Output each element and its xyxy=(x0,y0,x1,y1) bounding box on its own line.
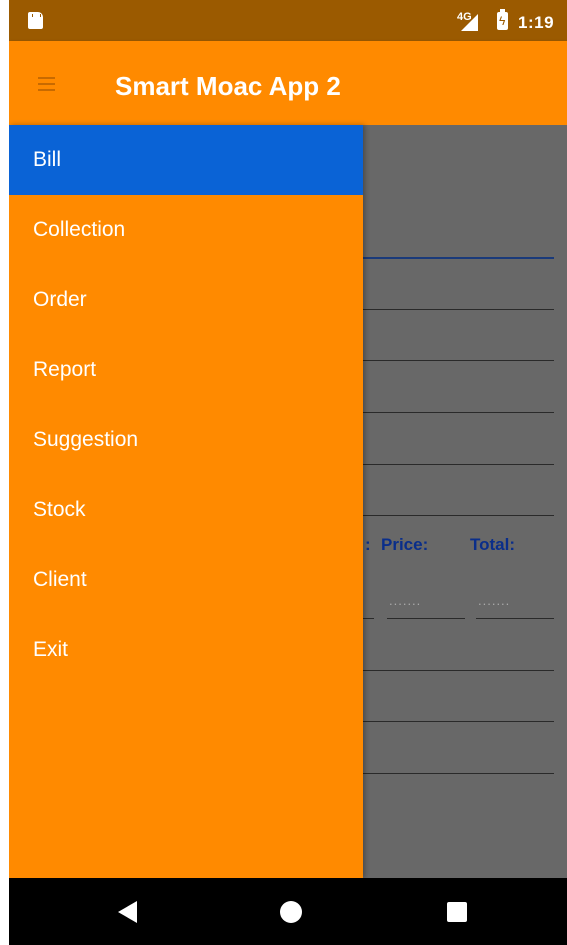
partial-column-label: : xyxy=(365,535,371,554)
price-column-label: Price: xyxy=(381,535,429,554)
total-column-label: Total: xyxy=(470,535,516,554)
drawer-item-order[interactable]: Order xyxy=(9,265,363,335)
hamburger-menu-icon[interactable] xyxy=(38,77,55,91)
app-title: Smart Moac App 2 xyxy=(115,71,341,101)
recents-icon[interactable] xyxy=(447,902,467,922)
status-time: 1:19 xyxy=(518,13,555,32)
drawer-item-exit[interactable]: Exit xyxy=(9,615,363,685)
battery-charging-icon: ϟ xyxy=(497,9,508,30)
form-field-underline xyxy=(363,773,554,774)
system-navigation-bar xyxy=(9,878,567,945)
back-icon[interactable] xyxy=(118,901,137,923)
form-field-underline xyxy=(363,670,554,671)
sd-card-icon xyxy=(28,12,43,29)
price-field-underline xyxy=(387,618,465,619)
navigation-drawer: Bill Collection Order Report Suggestion … xyxy=(9,125,363,878)
form-field-underline xyxy=(363,309,554,310)
app-bar: Smart Moac App 2 xyxy=(9,41,567,125)
app-frame: 4G ϟ 1:19 Smart Moac App 2 : Price: Tota… xyxy=(9,0,567,945)
form-field-underline xyxy=(363,412,554,413)
form-field-underline xyxy=(363,360,554,361)
drawer-item-suggestion[interactable]: Suggestion xyxy=(9,405,363,475)
drawer-item-stock[interactable]: Stock xyxy=(9,475,363,545)
form-field-underline xyxy=(363,721,554,722)
drawer-item-bill[interactable]: Bill xyxy=(9,125,363,195)
price-input-placeholder[interactable]: ....... xyxy=(389,593,421,608)
form-field-underline xyxy=(363,515,554,516)
status-bar: 4G ϟ 1:19 xyxy=(9,0,567,41)
total-input-placeholder[interactable]: ....... xyxy=(478,593,510,608)
form-field-underline xyxy=(363,257,554,259)
drawer-item-report[interactable]: Report xyxy=(9,335,363,405)
home-icon[interactable] xyxy=(280,901,302,923)
total-field-underline xyxy=(476,618,554,619)
form-field-underline xyxy=(363,618,374,619)
form-field-underline xyxy=(363,464,554,465)
drawer-item-client[interactable]: Client xyxy=(9,545,363,615)
drawer-item-collection[interactable]: Collection xyxy=(9,195,363,265)
network-type: 4G xyxy=(457,11,472,23)
